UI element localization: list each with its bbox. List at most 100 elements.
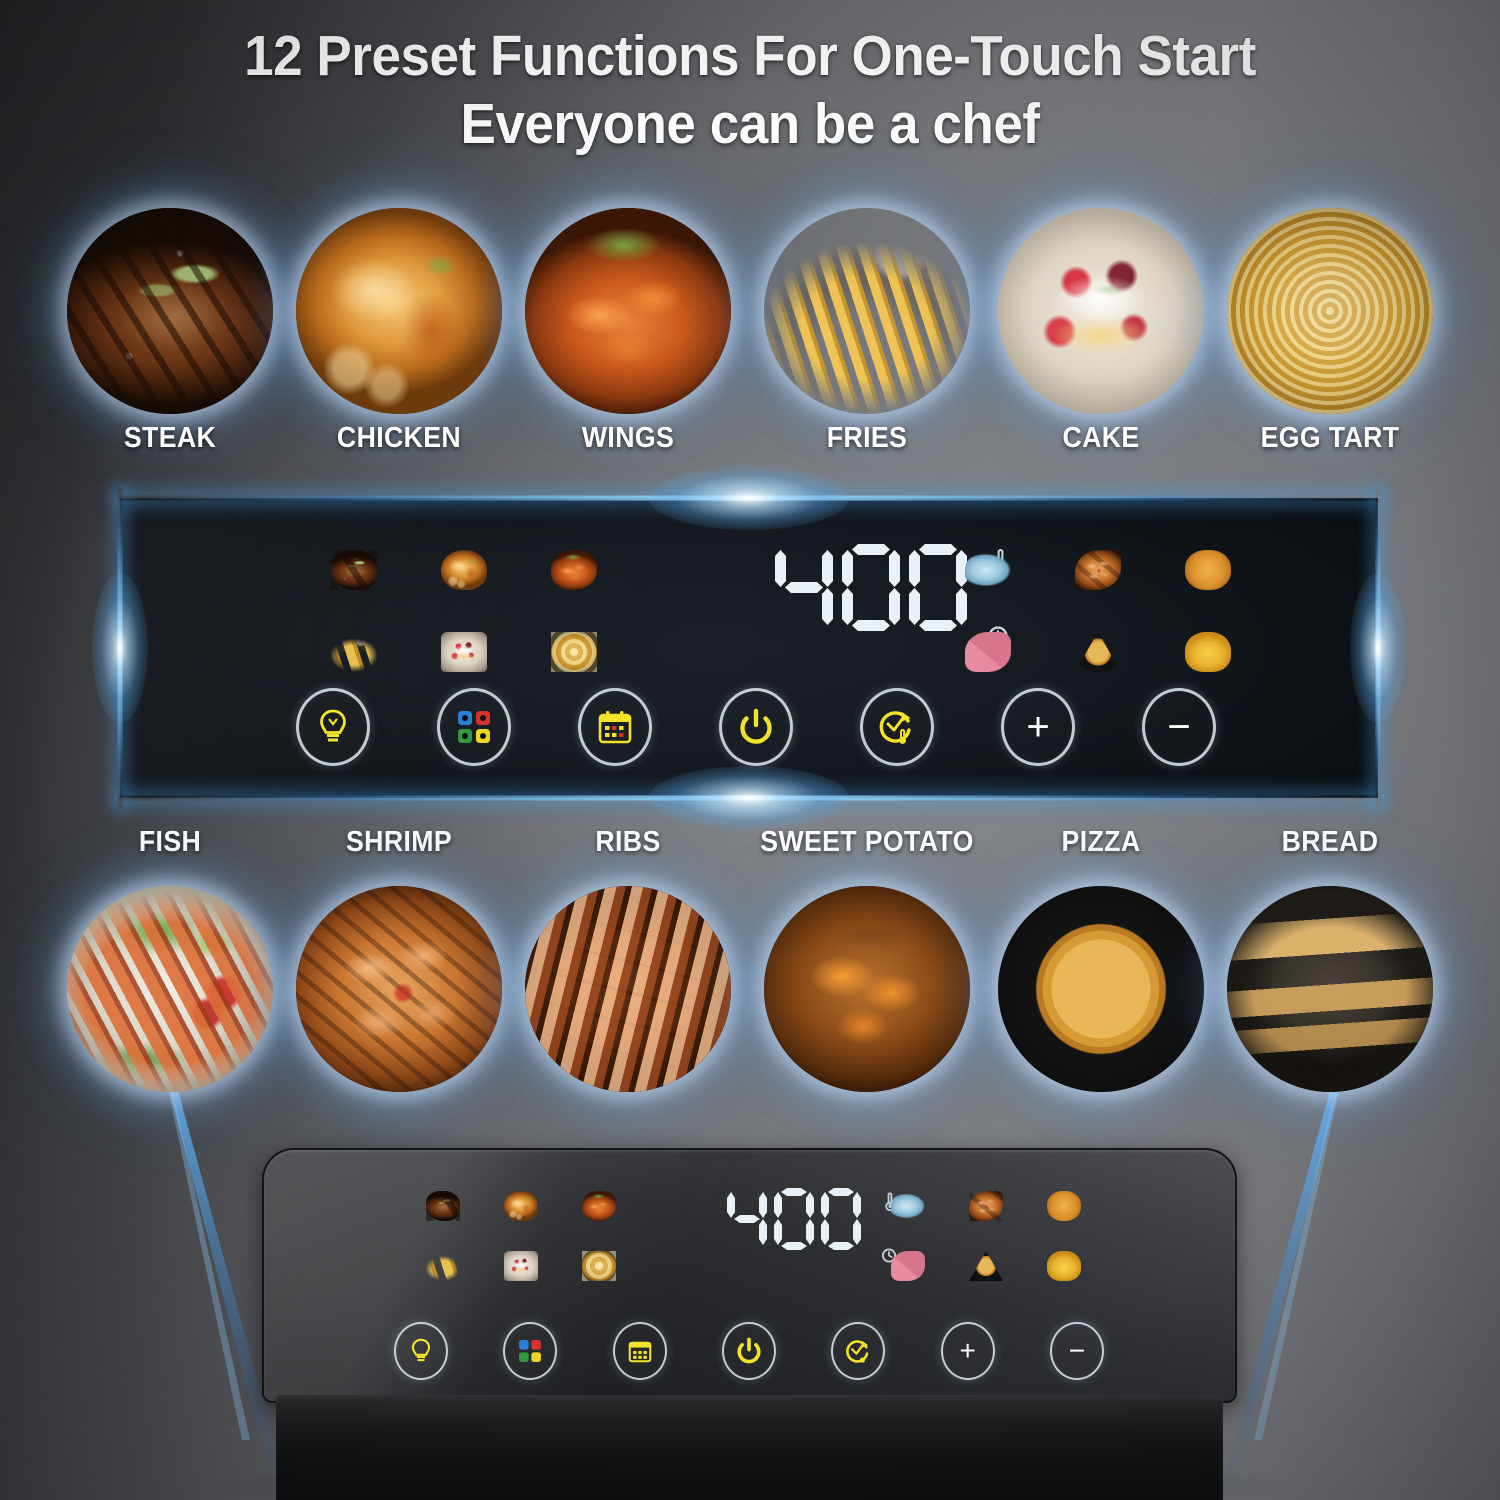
appliance-control-panel: 400 xyxy=(262,1148,1237,1403)
shrimp-icon[interactable] xyxy=(1043,529,1153,611)
led-digit xyxy=(842,544,900,632)
control-panel-closeup: 400 xyxy=(92,466,1406,830)
wings-icon[interactable] xyxy=(519,529,629,611)
food-label: SWEET POTATO xyxy=(760,826,974,858)
led-digit xyxy=(774,1188,814,1250)
food-label: CHICKEN xyxy=(336,422,462,454)
sweet-potato-photo xyxy=(764,886,970,1092)
led-digit xyxy=(775,544,833,632)
ribs-photo xyxy=(525,886,731,1092)
appliance-preset-grid-right xyxy=(869,1176,1103,1296)
food-label: WINGS xyxy=(581,422,675,454)
led-segment-e xyxy=(774,1219,782,1245)
decrease-button[interactable]: − xyxy=(1049,1322,1104,1380)
led-segment-b xyxy=(889,550,900,587)
shrimp-icon[interactable] xyxy=(947,1176,1025,1236)
food-preset-steak[interactable]: STEAK xyxy=(67,208,273,454)
food-preset-sweet-potato[interactable]: SWEET POTATO xyxy=(760,826,973,1092)
appliance-body xyxy=(276,1395,1223,1500)
food-preset-chicken[interactable]: CHICKEN xyxy=(296,208,502,454)
led-segment-c xyxy=(889,588,900,625)
led-segment-c xyxy=(822,588,833,625)
food-label: PIZZA xyxy=(1061,826,1141,858)
bread-icon[interactable] xyxy=(1025,1236,1103,1296)
egg-tart-photo xyxy=(1227,208,1433,414)
led-segment-b xyxy=(853,1192,861,1218)
preheat-button[interactable] xyxy=(831,1322,886,1380)
light-button[interactable] xyxy=(394,1322,448,1380)
increase-button[interactable]: + xyxy=(1001,688,1075,766)
headline-line-1: 12 Preset Functions For One-Touch Start xyxy=(244,24,1256,88)
wings-icon[interactable] xyxy=(560,1176,638,1236)
sweet-potato-icon[interactable] xyxy=(869,1236,947,1296)
led-segment-d xyxy=(781,1242,807,1250)
egg-tart-icon[interactable] xyxy=(560,1236,638,1296)
led-segment-g xyxy=(785,582,823,593)
plus-icon: + xyxy=(959,1335,976,1366)
food-preset-fish[interactable]: FISH xyxy=(67,826,273,1092)
minus-icon: − xyxy=(1167,705,1191,749)
preset-button[interactable] xyxy=(578,688,652,766)
preset-food-row-top: STEAK CHICKEN WINGS FRIES CAKE EGG TART xyxy=(0,208,1500,454)
steak-icon[interactable] xyxy=(404,1176,482,1236)
food-preset-egg-tart[interactable]: EGG TART xyxy=(1227,208,1433,454)
cake-icon[interactable] xyxy=(482,1236,560,1296)
led-segment-b xyxy=(806,1192,814,1218)
preheat-button[interactable] xyxy=(860,688,934,766)
minus-icon: − xyxy=(1068,1335,1086,1366)
power-button[interactable] xyxy=(721,1322,776,1380)
led-segment-b xyxy=(822,550,833,587)
chicken-icon[interactable] xyxy=(409,529,519,611)
led-segment-e xyxy=(909,588,920,625)
shrimp-photo xyxy=(296,886,502,1092)
food-preset-shrimp[interactable]: SHRIMP xyxy=(296,826,502,1092)
led-segment-f xyxy=(775,550,786,587)
fries-icon[interactable] xyxy=(404,1236,482,1296)
preset-food-row-bottom: FISH SHRIMP RIBS SWEET POTATO PIZZA BREA… xyxy=(0,826,1500,1096)
pizza-icon[interactable] xyxy=(947,1236,1025,1296)
menu-button[interactable] xyxy=(503,1322,558,1380)
plus-icon: + xyxy=(1026,705,1050,749)
led-segment-e xyxy=(821,1219,829,1245)
power-button[interactable] xyxy=(719,688,793,766)
light-button[interactable] xyxy=(296,688,370,766)
food-preset-bread[interactable]: BREAD xyxy=(1227,826,1433,1092)
food-label: STEAK xyxy=(123,422,217,454)
ribs-icon[interactable] xyxy=(1025,1176,1103,1236)
food-preset-ribs[interactable]: RIBS xyxy=(525,826,731,1092)
fish-icon[interactable] xyxy=(869,1176,947,1236)
food-label: BREAD xyxy=(1281,826,1379,858)
product-marketing-image: 12 Preset Functions For One-Touch Start … xyxy=(0,0,1500,1500)
led-segment-g xyxy=(734,1215,760,1223)
led-segment-f xyxy=(909,550,920,587)
led-segment-b xyxy=(759,1192,767,1218)
led-segment-f xyxy=(842,550,853,587)
ribs-icon[interactable] xyxy=(1153,529,1263,611)
food-preset-cake[interactable]: CAKE xyxy=(998,208,1204,454)
led-segment-c xyxy=(759,1219,767,1245)
preset-button[interactable] xyxy=(612,1322,667,1380)
led-segment-c xyxy=(853,1219,861,1245)
led-segment-a xyxy=(852,544,890,555)
food-preset-pizza[interactable]: PIZZA xyxy=(998,826,1204,1092)
increase-button[interactable]: + xyxy=(940,1322,995,1380)
food-label: SHRIMP xyxy=(346,826,452,858)
led-digit xyxy=(727,1188,767,1250)
fish-icon[interactable] xyxy=(933,529,1043,611)
food-preset-wings[interactable]: WINGS xyxy=(525,208,731,454)
led-segment-f xyxy=(821,1192,829,1218)
page-title: 12 Preset Functions For One-Touch Start … xyxy=(53,22,1448,158)
food-preset-fries[interactable]: FRIES xyxy=(764,208,970,454)
wings-photo xyxy=(525,208,731,414)
decrease-button[interactable]: − xyxy=(1142,688,1216,766)
preset-icon-grid-left xyxy=(299,529,629,693)
menu-button[interactable] xyxy=(437,688,511,766)
chicken-photo xyxy=(296,208,502,414)
appliance-temperature-display xyxy=(719,1188,869,1250)
headline-line-2: Everyone can be a chef xyxy=(460,92,1040,156)
steak-icon[interactable] xyxy=(299,529,409,611)
steak-photo xyxy=(67,208,273,414)
preset-icon-grid-right xyxy=(933,529,1263,693)
air-fryer-appliance: 400 xyxy=(262,1148,1237,1500)
chicken-icon[interactable] xyxy=(482,1176,560,1236)
